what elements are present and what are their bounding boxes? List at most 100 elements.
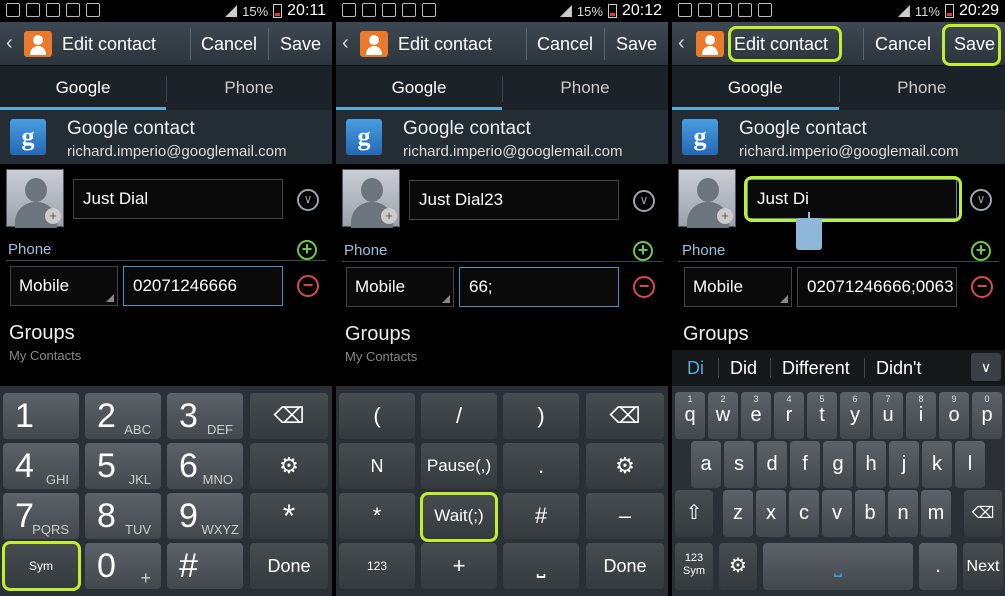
phone-number-field[interactable]: 66; <box>459 267 619 307</box>
avatar[interactable]: + <box>678 169 736 228</box>
done-key[interactable]: Done <box>586 543 664 589</box>
key-k[interactable]: k <box>922 441 952 488</box>
cancel-button[interactable]: Cancel <box>201 34 257 55</box>
key-s[interactable]: s <box>724 441 754 488</box>
remove-phone-icon[interactable]: − <box>971 276 993 298</box>
key-hash[interactable]: # <box>503 493 579 539</box>
key-g[interactable]: g <box>823 441 853 488</box>
key-1[interactable]: 1 <box>3 393 79 439</box>
key-j[interactable]: j <box>889 441 919 488</box>
space-key[interactable]: ⎵ <box>503 543 579 589</box>
cancel-button[interactable]: Cancel <box>537 34 593 55</box>
shift-key[interactable]: ⇧ <box>675 490 713 537</box>
key-n[interactable]: N <box>339 443 415 489</box>
key-c[interactable]: c <box>789 490 819 537</box>
name-field[interactable]: Just Dial23 <box>409 180 619 220</box>
groups-value[interactable]: My Contacts <box>9 348 81 363</box>
key-y[interactable]: 6y <box>840 392 870 439</box>
key-n[interactable]: n <box>888 490 918 537</box>
next-key[interactable]: Next <box>963 543 1003 590</box>
tab-phone[interactable]: Phone <box>502 66 668 110</box>
name-field[interactable]: Just Dial <box>73 179 283 219</box>
sym-key[interactable]: 123 Sym <box>675 543 713 590</box>
add-phone-icon[interactable]: + <box>633 241 653 261</box>
tab-phone[interactable]: Phone <box>166 66 332 110</box>
key-4[interactable]: 4 GHI <box>3 443 79 489</box>
back-icon[interactable]: ‹ <box>342 32 349 55</box>
phone-type-select[interactable]: Mobile <box>684 267 792 307</box>
key-i[interactable]: 8i <box>906 392 936 439</box>
key-star[interactable]: * <box>339 493 415 539</box>
key-m[interactable]: m <box>921 490 951 537</box>
chevron-down-icon[interactable]: ∨ <box>297 189 319 211</box>
key-7[interactable]: 7 PQRS <box>3 493 79 539</box>
key-l[interactable]: l <box>955 441 985 488</box>
suggestion-3[interactable]: Different <box>782 358 850 379</box>
key-b[interactable]: b <box>855 490 885 537</box>
star-key[interactable]: * <box>250 493 328 539</box>
tab-phone[interactable]: Phone <box>839 66 1005 110</box>
key-v[interactable]: v <box>822 490 852 537</box>
phone-type-select[interactable]: Mobile <box>346 267 454 307</box>
back-icon[interactable]: ‹ <box>6 32 13 55</box>
backspace-key[interactable]: ⌫ <box>586 393 664 439</box>
key-q[interactable]: 1q <box>675 392 705 439</box>
save-button[interactable]: Save <box>616 34 657 55</box>
settings-key[interactable]: ⚙ <box>719 543 757 590</box>
add-phone-icon[interactable]: + <box>971 241 991 261</box>
key-close-paren[interactable]: ) <box>503 393 579 439</box>
key-0[interactable]: 0 + <box>85 543 161 589</box>
key-d[interactable]: d <box>757 441 787 488</box>
remove-phone-icon[interactable]: − <box>297 275 319 297</box>
cancel-button[interactable]: Cancel <box>875 34 931 55</box>
key-open-paren[interactable]: ( <box>339 393 415 439</box>
key-hash[interactable]: # <box>167 543 243 589</box>
tab-google[interactable]: Google <box>336 66 502 110</box>
key-r[interactable]: 4r <box>774 392 804 439</box>
avatar[interactable]: + <box>342 169 400 228</box>
expand-suggestions-icon[interactable]: ∨ <box>971 353 1001 381</box>
key-t[interactable]: 5t <box>807 392 837 439</box>
key-f[interactable]: f <box>790 441 820 488</box>
key-8[interactable]: 8 TUV <box>85 493 161 539</box>
pause-key[interactable]: Pause(,) <box>421 443 497 489</box>
key-slash[interactable]: / <box>421 393 497 439</box>
avatar[interactable]: + <box>6 169 64 228</box>
chevron-down-icon[interactable]: ∨ <box>970 189 992 211</box>
phone-number-field[interactable]: 02071246666;0063 <box>797 267 957 307</box>
key-9[interactable]: 9 WXYZ <box>167 493 243 539</box>
add-phone-icon[interactable]: + <box>297 240 317 260</box>
key-h[interactable]: h <box>856 441 886 488</box>
key-z[interactable]: z <box>723 490 753 537</box>
key-plus[interactable]: + <box>421 543 497 589</box>
key-e[interactable]: 3e <box>741 392 771 439</box>
settings-key[interactable]: ⚙ <box>250 443 328 489</box>
key-a[interactable]: a <box>691 441 721 488</box>
remove-phone-icon[interactable]: − <box>633 276 655 298</box>
key-o[interactable]: 9o <box>939 392 969 439</box>
phone-type-select[interactable]: Mobile <box>10 266 118 306</box>
cursor-handle[interactable] <box>796 212 822 250</box>
key-w[interactable]: 2w <box>708 392 738 439</box>
suggestion-1[interactable]: Di <box>687 358 704 379</box>
key-x[interactable]: x <box>756 490 786 537</box>
key-u[interactable]: 7u <box>873 392 903 439</box>
settings-key[interactable]: ⚙ <box>586 443 664 489</box>
backspace-key[interactable]: ⌫ <box>964 490 1002 537</box>
key-period[interactable]: . <box>503 443 579 489</box>
suggestion-2[interactable]: Did <box>730 358 757 379</box>
back-icon[interactable]: ‹ <box>678 32 685 55</box>
done-key[interactable]: Done <box>250 543 328 589</box>
key-2[interactable]: 2 ABC <box>85 393 161 439</box>
chevron-down-icon[interactable]: ∨ <box>633 190 655 212</box>
key-3[interactable]: 3 DEF <box>167 393 243 439</box>
tab-google[interactable]: Google <box>672 66 839 110</box>
tab-google[interactable]: Google <box>0 66 166 110</box>
key-dash[interactable]: – <box>586 493 664 539</box>
backspace-key[interactable]: ⌫ <box>250 393 328 439</box>
suggestion-4[interactable]: Didn't <box>876 358 921 379</box>
save-button[interactable]: Save <box>280 34 321 55</box>
numeric-key[interactable]: 123 <box>339 543 415 589</box>
space-key[interactable]: ⎵ <box>763 543 913 590</box>
key-p[interactable]: 0p <box>972 392 1002 439</box>
